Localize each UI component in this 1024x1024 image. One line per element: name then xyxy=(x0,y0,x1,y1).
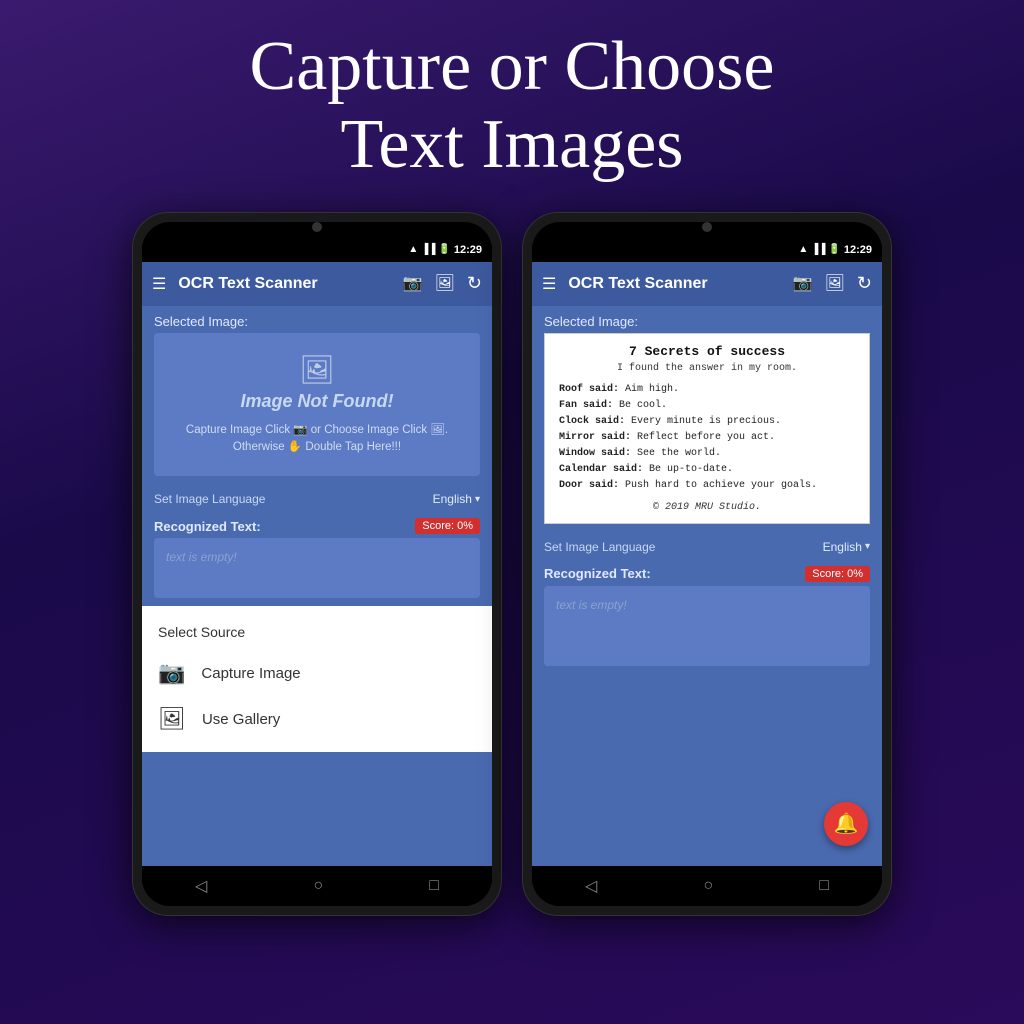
camera-dot-right xyxy=(702,222,712,232)
image-not-found-text: Image Not Found! xyxy=(241,391,394,412)
quote-1: Roof said: Aim high. xyxy=(559,382,855,398)
image-hint: Capture Image Click 📷 or Choose Image Cl… xyxy=(174,422,460,457)
back-btn-right[interactable]: ◁ xyxy=(585,876,597,896)
app-title-left: OCR Text Scanner xyxy=(178,275,402,293)
broken-image-icon: 🖼 xyxy=(299,353,335,387)
home-btn-right[interactable]: ○ xyxy=(703,877,713,895)
battery-icon: 🔋 xyxy=(438,244,450,255)
gallery-icon-left[interactable]: 🖼 xyxy=(435,273,455,294)
score-badge-left: Score: 0% xyxy=(415,518,480,534)
language-value-right: English xyxy=(823,540,862,554)
app-bar-left: ☰ OCR Text Scanner 📷 🖼 ↻ xyxy=(142,262,492,306)
ocr-quotes: Roof said: Aim high. Fan said: Be cool. … xyxy=(559,382,855,494)
chevron-down-icon-right: ▾ xyxy=(865,541,870,552)
language-dropdown-left[interactable]: English ▾ xyxy=(433,492,480,506)
refresh-icon-right[interactable]: ↻ xyxy=(857,273,872,294)
quote-5: Window said: See the world. xyxy=(559,446,855,462)
back-btn-left[interactable]: ◁ xyxy=(195,876,207,896)
status-bar-right: ▲ ▐▐ 🔋 12:29 xyxy=(532,238,882,262)
app-title-right: OCR Text Scanner xyxy=(568,275,792,293)
battery-icon-right: 🔋 xyxy=(828,244,840,255)
status-bar-left: ▲ ▐▐ 🔋 12:29 xyxy=(142,238,492,262)
camera-icon-left[interactable]: 📷 xyxy=(403,273,423,294)
capture-image-item[interactable]: 📷 Capture Image xyxy=(142,650,492,696)
camera-icon-bs: 📷 xyxy=(158,660,185,686)
ocr-copyright: © 2019 MRU Studio. xyxy=(559,502,855,513)
time-right: 12:29 xyxy=(844,244,872,256)
recog-header-left: Recognized Text: Score: 0% xyxy=(142,514,492,538)
signal-icon-right: ▐▐ xyxy=(811,244,825,255)
bottom-sheet: Select Source 📷 Capture Image 🖼 Use Gall… xyxy=(142,606,492,752)
camera-icon-right[interactable]: 📷 xyxy=(793,273,813,294)
capture-image-label: Capture Image xyxy=(201,665,300,682)
signal-icon: ▐▐ xyxy=(421,244,435,255)
language-row-right: Set Image Language English ▾ xyxy=(532,532,882,562)
image-area-left[interactable]: 🖼 Image Not Found! Capture Image Click 📷… xyxy=(154,333,480,477)
language-label-right: Set Image Language xyxy=(544,540,655,554)
language-row-left: Set Image Language English ▾ xyxy=(142,484,492,514)
wifi-icon-right: ▲ xyxy=(798,244,808,255)
ocr-image-content: 7 Secrets of success I found the answer … xyxy=(544,333,870,524)
bottom-sheet-title: Select Source xyxy=(142,616,492,650)
phone-left: ▲ ▐▐ 🔋 12:29 ☰ OCR Text Scanner 📷 🖼 ↻ Se… xyxy=(132,212,502,916)
fab-icon: 🔔 xyxy=(834,811,859,836)
nav-bar-right: ◁ ○ □ xyxy=(532,866,882,906)
quote-7: Door said: Push hard to achieve your goa… xyxy=(559,478,855,494)
gallery-icon-right[interactable]: 🖼 xyxy=(825,273,845,294)
ocr-subtitle: I found the answer in my room. xyxy=(559,363,855,374)
recog-label-right: Recognized Text: xyxy=(544,566,651,581)
wifi-icon: ▲ xyxy=(408,244,418,255)
screen-content-left: Selected Image: 🖼 Image Not Found! Captu… xyxy=(142,306,492,866)
headline: Capture or Choose Text Images xyxy=(230,0,795,202)
headline-line1: Capture or Choose xyxy=(250,28,775,105)
menu-icon-left[interactable]: ☰ xyxy=(152,274,166,294)
nav-bar-left: ◁ ○ □ xyxy=(142,866,492,906)
fab-button[interactable]: 🔔 xyxy=(824,802,868,846)
camera-dot-left xyxy=(312,222,322,232)
screen-content-right: Selected Image: 7 Secrets of success I f… xyxy=(532,306,882,866)
selected-image-label-right: Selected Image: xyxy=(532,306,882,333)
phones-container: ▲ ▐▐ 🔋 12:29 ☰ OCR Text Scanner 📷 🖼 ↻ Se… xyxy=(132,212,892,916)
image-area-right: 7 Secrets of success I found the answer … xyxy=(544,333,870,524)
app-bar-icons-left: 📷 🖼 ↻ xyxy=(403,273,482,294)
refresh-icon-left[interactable]: ↻ xyxy=(467,273,482,294)
recents-btn-left[interactable]: □ xyxy=(429,877,439,895)
home-btn-left[interactable]: ○ xyxy=(313,877,323,895)
chevron-down-icon-left: ▾ xyxy=(475,494,480,505)
quote-6: Calendar said: Be up-to-date. xyxy=(559,462,855,478)
phone-right: ▲ ▐▐ 🔋 12:29 ☰ OCR Text Scanner 📷 🖼 ↻ Se… xyxy=(522,212,892,916)
status-icons-right: ▲ ▐▐ 🔋 12:29 xyxy=(798,244,872,256)
text-area-right: text is empty! xyxy=(544,586,870,666)
time-left: 12:29 xyxy=(454,244,482,256)
quote-4: Mirror said: Reflect before you act. xyxy=(559,430,855,446)
language-label-left: Set Image Language xyxy=(154,492,265,506)
text-area-left: text is empty! xyxy=(154,538,480,598)
app-bar-right: ☰ OCR Text Scanner 📷 🖼 ↻ xyxy=(532,262,882,306)
quote-3: Clock said: Every minute is precious. xyxy=(559,414,855,430)
app-bar-icons-right: 📷 🖼 ↻ xyxy=(793,273,872,294)
use-gallery-item[interactable]: 🖼 Use Gallery xyxy=(142,696,492,742)
headline-line2: Text Images xyxy=(250,105,775,186)
language-dropdown-right[interactable]: English ▾ xyxy=(823,540,870,554)
use-gallery-label: Use Gallery xyxy=(202,711,280,728)
score-badge-right: Score: 0% xyxy=(805,566,870,582)
gallery-icon-bs: 🖼 xyxy=(158,706,186,732)
quote-2: Fan said: Be cool. xyxy=(559,398,855,414)
image-not-found: 🖼 Image Not Found! xyxy=(241,353,394,412)
recog-header-right: Recognized Text: Score: 0% xyxy=(532,562,882,586)
text-placeholder-right: text is empty! xyxy=(556,598,627,612)
text-placeholder-left: text is empty! xyxy=(166,550,237,564)
recog-label-left: Recognized Text: xyxy=(154,519,261,534)
status-icons-left: ▲ ▐▐ 🔋 12:29 xyxy=(408,244,482,256)
menu-icon-right[interactable]: ☰ xyxy=(542,274,556,294)
ocr-title: 7 Secrets of success xyxy=(559,344,855,359)
recents-btn-right[interactable]: □ xyxy=(819,877,829,895)
language-value-left: English xyxy=(433,492,472,506)
selected-image-label-left: Selected Image: xyxy=(142,306,492,333)
